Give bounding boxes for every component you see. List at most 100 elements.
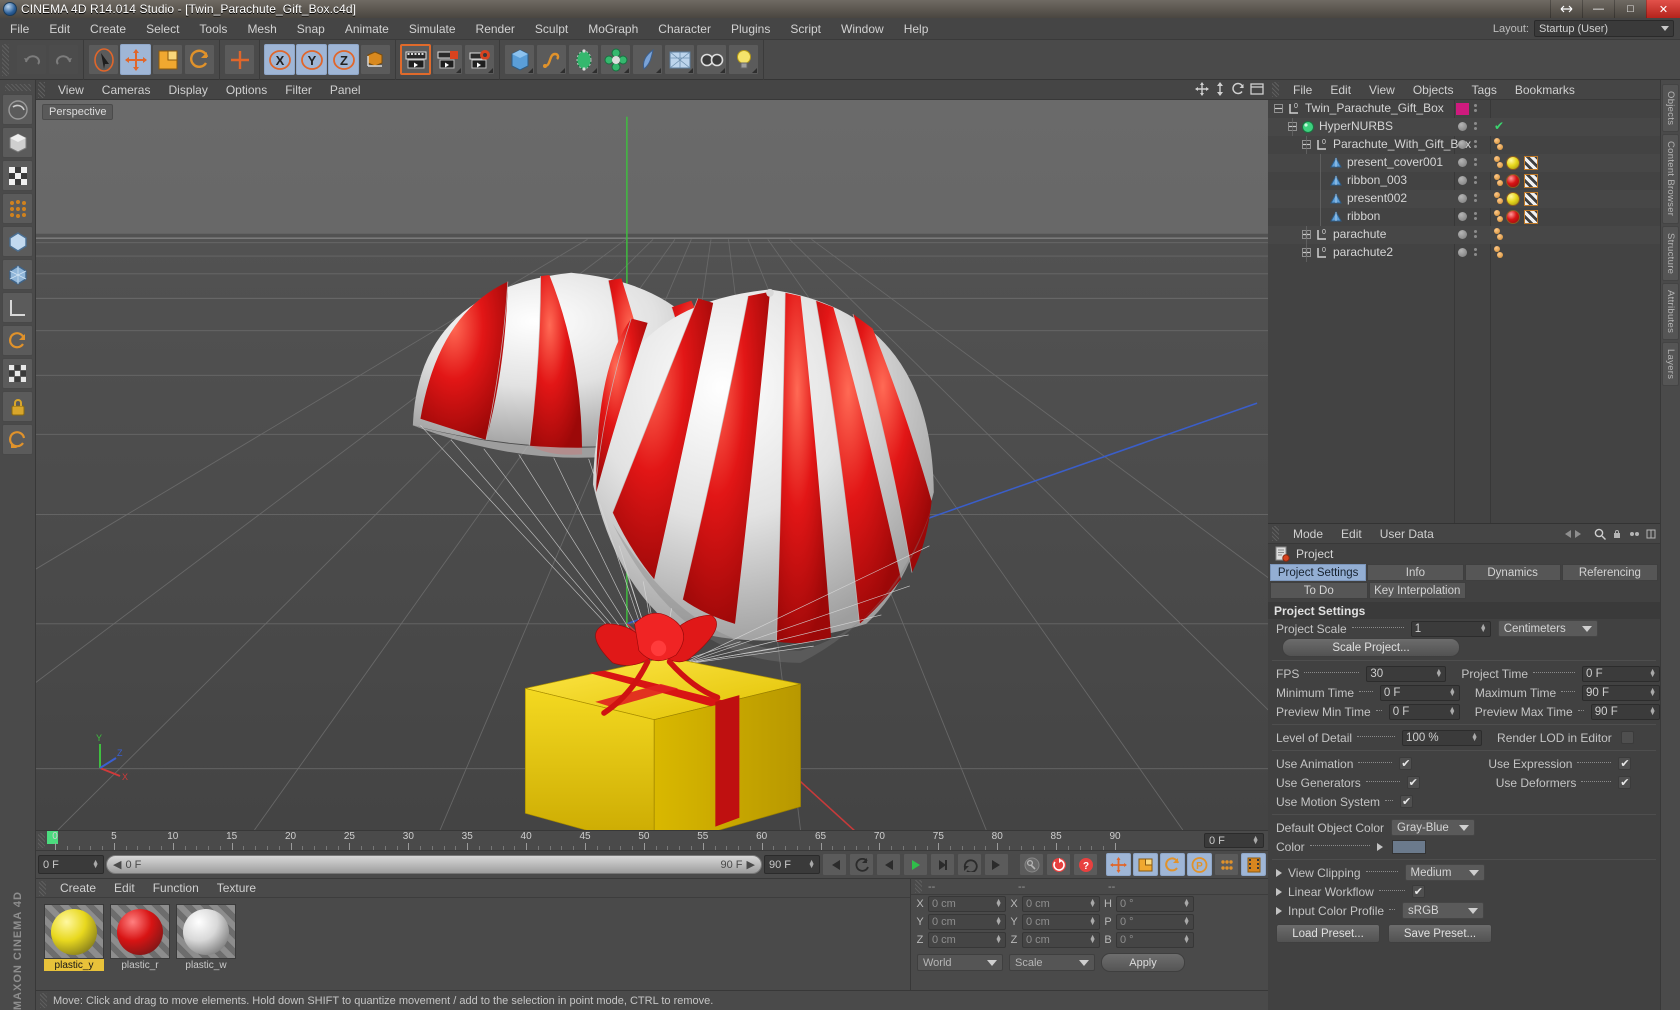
visibility-dot[interactable] — [1458, 212, 1467, 221]
play-backwards-frame-button[interactable] — [849, 853, 874, 876]
position-key-button[interactable] — [1106, 853, 1131, 876]
expand-triangle-icon[interactable] — [1276, 906, 1282, 915]
material-tag-yellow[interactable] — [1506, 192, 1520, 206]
power-slider-handle-right-icon[interactable]: ▶ — [747, 858, 755, 871]
viewport-solo-button[interactable] — [2, 358, 33, 389]
model-mode-button[interactable] — [2, 127, 33, 158]
spinner-icon[interactable]: ▲ ▼ — [1649, 687, 1656, 698]
tab-key-interpolation[interactable]: Key Interpolation — [1368, 582, 1466, 599]
visibility-toggle-dots[interactable] — [1474, 104, 1477, 112]
viewport-menu-view[interactable]: View — [49, 80, 93, 100]
tag-group-icon[interactable] — [1492, 210, 1504, 224]
input-color-profile-select[interactable]: sRGB — [1402, 902, 1485, 919]
undo-left-button[interactable] — [2, 94, 33, 125]
undo-button[interactable] — [16, 44, 47, 75]
menu-sculpt[interactable]: Sculpt — [525, 18, 578, 40]
spinner-icon[interactable]: ▲ ▼ — [1471, 732, 1478, 743]
object-tree-row[interactable]: ribbon — [1268, 208, 1660, 226]
timeline-current-frame-field[interactable]: 0 F ▲ ▼ — [1204, 833, 1264, 848]
viewport-menu-panel[interactable]: Panel — [321, 80, 370, 100]
apply-button[interactable]: Apply — [1101, 953, 1185, 972]
point-level-animation-button[interactable] — [1214, 853, 1239, 876]
axis-mode-button[interactable] — [2, 292, 33, 323]
maximize-view-icon[interactable] — [1250, 82, 1264, 96]
visibility-dot[interactable] — [1458, 194, 1467, 203]
object-axis-button[interactable] — [224, 44, 255, 75]
object-menu-view[interactable]: View — [1360, 80, 1404, 100]
tab-dynamics[interactable]: Dynamics — [1464, 564, 1561, 581]
add-nurbs-button[interactable] — [568, 44, 599, 75]
attribute-manager-grip[interactable] — [1272, 526, 1279, 541]
project-time-field[interactable]: 0 F ▲ ▼ — [1582, 665, 1660, 682]
material-menu-create[interactable]: Create — [51, 879, 105, 898]
use-deformers-checkbox[interactable]: ✔ — [1618, 776, 1632, 789]
timeline-grip[interactable] — [38, 833, 45, 848]
minimum-time-field[interactable]: 0 F ▲ ▼ — [1379, 684, 1460, 701]
spinner-icon[interactable]: ▲ ▼ — [1449, 706, 1456, 717]
visibility-dot[interactable] — [1458, 140, 1467, 149]
spinner-icon[interactable]: ▲ ▼ — [1649, 668, 1656, 679]
max-frame-field[interactable]: 90 F ▲ ▼ — [764, 855, 820, 874]
coordinate-rotation-field[interactable]: 0 ° ▲ ▼ — [1116, 896, 1194, 912]
pin-icon[interactable] — [1628, 529, 1640, 539]
edge-tab-layers[interactable]: Layers — [1662, 341, 1679, 387]
texture-tag-icon[interactable] — [1524, 192, 1538, 206]
record-active-objects-button[interactable] — [1019, 853, 1044, 876]
default-object-color-select[interactable]: Gray-Blue — [1391, 819, 1476, 836]
edge-tab-objects[interactable]: Objects — [1662, 84, 1679, 133]
render-view-button[interactable] — [400, 44, 431, 75]
visibility-dot[interactable] — [1458, 248, 1467, 257]
move-tool[interactable] — [120, 44, 151, 75]
coordinate-scale-select[interactable]: Scale — [1009, 954, 1095, 971]
menu-create[interactable]: Create — [80, 18, 136, 40]
menu-edit[interactable]: Edit — [39, 18, 80, 40]
preview-min-time-field[interactable]: 0 F ▲ ▼ — [1388, 703, 1460, 720]
level-of-detail-field[interactable]: 100 % ▲ ▼ — [1402, 729, 1483, 746]
spinner-icon[interactable]: ▲ ▼ — [995, 934, 1002, 945]
autokeying-button[interactable] — [1046, 853, 1071, 876]
scale-tool[interactable] — [152, 44, 183, 75]
render-lod-checkbox[interactable] — [1620, 731, 1634, 744]
tag-group-icon[interactable] — [1492, 174, 1504, 188]
points-mode-button[interactable] — [2, 193, 33, 224]
spinner-icon[interactable]: ▲ ▼ — [1089, 934, 1096, 945]
enable-checkmark-icon[interactable]: ✔ — [1494, 119, 1504, 133]
spinner-icon[interactable]: ▲ ▼ — [1435, 668, 1442, 679]
menu-animate[interactable]: Animate — [335, 18, 399, 40]
timeline-ruler[interactable]: 0 5 10 15 20 25 30 35 40 45 50 55 60 65 70 75 80 85 90 — [47, 831, 1200, 850]
coordinates-grip[interactable] — [915, 880, 922, 893]
viewport-menu-display[interactable]: Display — [159, 80, 216, 100]
preview-max-time-field[interactable]: 90 F ▲ ▼ — [1590, 703, 1660, 720]
viewport-menu-options[interactable]: Options — [217, 80, 276, 100]
linear-workflow-checkbox[interactable]: ✔ — [1411, 885, 1425, 898]
go-to-end-button[interactable] — [984, 853, 1009, 876]
object-tree-row[interactable]: HyperNURBS ✔ — [1268, 118, 1660, 136]
menu-character[interactable]: Character — [648, 18, 721, 40]
expand-triangle-icon[interactable] — [1276, 868, 1282, 877]
object-tree-row[interactable]: 0 parachute2 — [1268, 244, 1660, 262]
play-forward-button[interactable] — [903, 853, 928, 876]
visibility-toggle-dots[interactable] — [1474, 158, 1477, 166]
spinner-icon[interactable]: ▲ ▼ — [92, 859, 99, 870]
spinner-icon[interactable]: ▲ ▼ — [995, 916, 1002, 927]
tag-group-icon[interactable] — [1492, 228, 1504, 242]
material-menu-edit[interactable]: Edit — [105, 879, 144, 898]
material-item[interactable]: plastic_w — [176, 904, 236, 990]
spinner-icon[interactable]: ▲ ▼ — [1183, 916, 1190, 927]
spinner-icon[interactable]: ▲ ▼ — [1089, 898, 1096, 909]
object-color-swatch[interactable] — [1456, 103, 1469, 115]
object-tree-row[interactable]: present_cover001 — [1268, 154, 1660, 172]
project-scale-unit-select[interactable]: Centimeters — [1497, 620, 1598, 637]
tab-to-do[interactable]: To Do — [1270, 582, 1368, 599]
attribute-menu-edit[interactable]: Edit — [1332, 524, 1371, 544]
spinner-icon[interactable]: ▲ ▼ — [1183, 934, 1190, 945]
color-swatch[interactable] — [1391, 839, 1426, 854]
visibility-toggle-dots[interactable] — [1474, 176, 1477, 184]
fps-field[interactable]: 30 ▲ ▼ — [1366, 665, 1447, 682]
timeline-filter-button[interactable] — [1241, 853, 1266, 876]
render-region-button[interactable] — [432, 44, 463, 75]
timeline-power-slider[interactable]: ◀ 0 F 90 F ▶ — [106, 855, 762, 874]
add-spline-button[interactable] — [536, 44, 567, 75]
search-icon[interactable] — [1594, 528, 1606, 540]
render-settings-button[interactable] — [464, 44, 495, 75]
